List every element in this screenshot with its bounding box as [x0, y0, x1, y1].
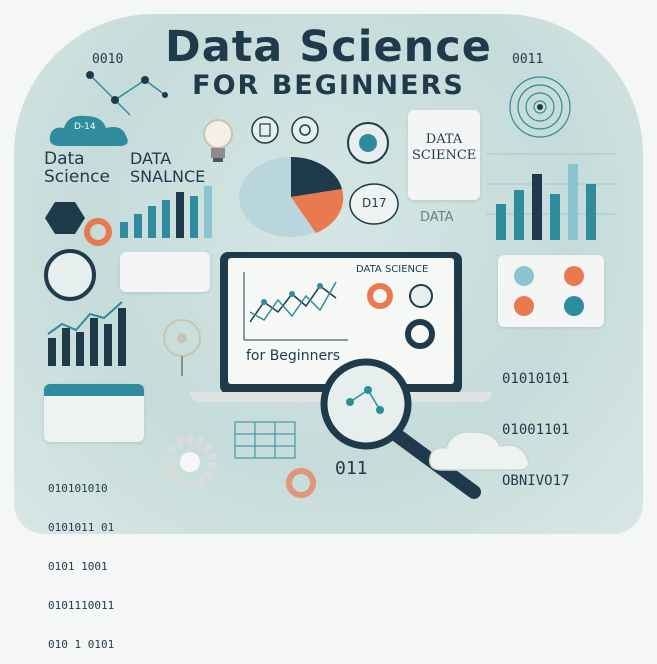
scatter-line-chart — [243, 272, 348, 341]
target-icon — [291, 116, 319, 144]
lightbulb-icon — [203, 119, 233, 162]
binary-row: 0101110011 — [48, 599, 115, 612]
binary-center: 011 — [335, 458, 368, 479]
data-small-label: DATA — [420, 210, 454, 225]
binary-row: 01010101 — [502, 371, 570, 387]
info-card — [120, 252, 210, 292]
globe-icon — [347, 122, 389, 164]
badge-icon — [409, 284, 433, 308]
donut-bottom — [286, 468, 316, 498]
lens-icon — [44, 249, 96, 301]
binary-row: 0101011 01 — [48, 521, 115, 534]
binary-row: 0101 1001 — [48, 560, 108, 573]
pie-bubble-label: D17 — [362, 196, 387, 210]
fan-icon — [163, 319, 201, 376]
bar-chart-right — [486, 153, 616, 240]
donut-chart-small — [367, 283, 393, 309]
donut-icon — [84, 218, 112, 246]
radial-chart-icon — [509, 76, 571, 138]
icon-card-circles — [514, 266, 584, 316]
calendar-header — [44, 384, 144, 396]
pie-chart-icon — [239, 156, 344, 237]
laptop-title: DATA SCIENCE — [356, 264, 429, 275]
bar-chart-icon — [120, 186, 212, 238]
cloud-icon-bottom — [429, 431, 530, 471]
hexagon-icon — [45, 202, 85, 234]
binary-row: 010 1 0101 — [48, 638, 115, 651]
binary-row: OBNIVO17 — [502, 473, 570, 489]
binary-label-top-right: 0011 — [512, 52, 544, 67]
data-science-label: Data Science — [44, 149, 110, 187]
table-grid-icon — [234, 421, 296, 459]
network-graph-icon — [86, 71, 168, 116]
donut-chart-teal — [405, 319, 435, 349]
binary-row: 010101010 — [48, 482, 108, 495]
data-analysis-label: DATA SNALNCE — [130, 149, 206, 186]
clipboard-title: DATA SCIENCE — [412, 132, 477, 163]
bar-chart-lower-left — [47, 301, 126, 366]
gear-icon — [163, 435, 217, 489]
database-icon — [251, 116, 279, 144]
cloud-text: D-14 — [74, 122, 96, 132]
